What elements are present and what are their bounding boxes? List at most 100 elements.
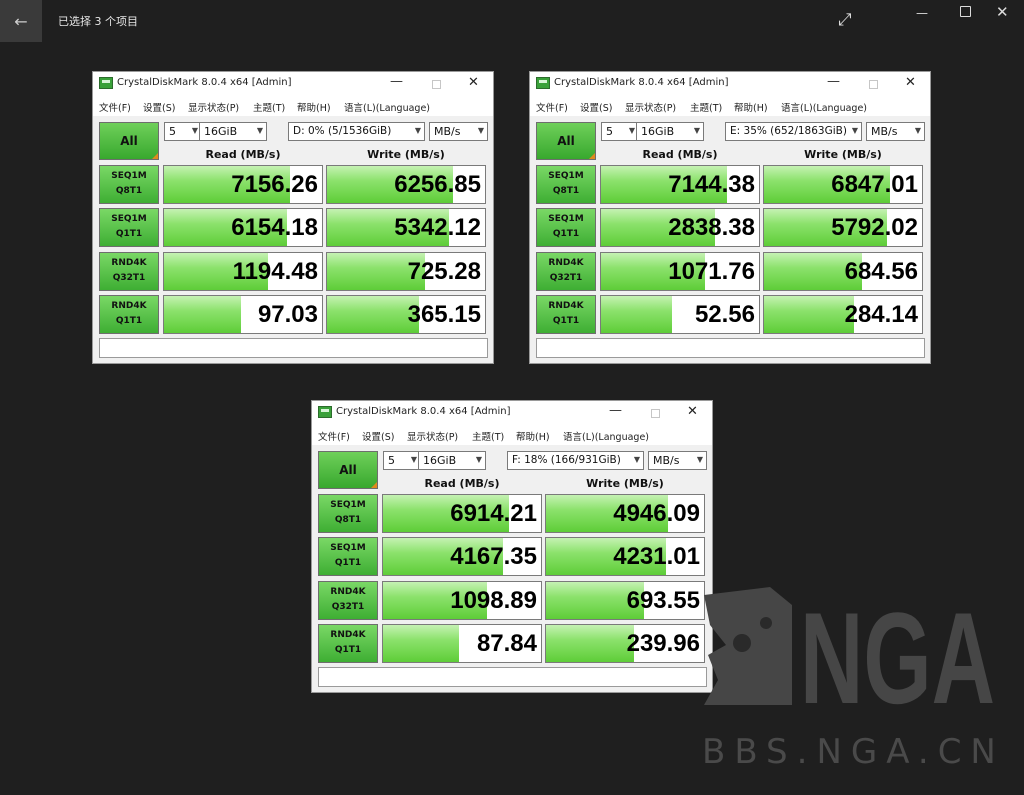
menu-help[interactable]: 帮助(H): [734, 100, 768, 114]
unit-select[interactable]: MB/s ▼: [429, 122, 488, 141]
window-minimize-icon[interactable]: —: [390, 74, 403, 89]
test-button-seq1m-q1t1[interactable]: SEQ1M Q1T1: [318, 537, 378, 576]
menu-theme[interactable]: 主题(T): [472, 429, 504, 443]
write-value: 5342.12: [394, 214, 481, 241]
cdm-window-e: CrystalDiskMark 8.0.4 x64 [Admin] — ✕ 文件…: [529, 71, 931, 364]
read-bar: [164, 296, 242, 333]
drive-select[interactable]: E: 35% (652/1863GiB) ▼: [725, 122, 862, 141]
viewer-title-bar: ← 已选择 3 个项目 ⤢ — ✕: [0, 0, 1024, 42]
test-queue: Q32T1: [549, 273, 583, 283]
test-button-rnd4k-q1t1[interactable]: RND4K Q1T1: [536, 295, 596, 334]
menu-language[interactable]: 语言(L)(Language): [344, 100, 430, 114]
maximize-icon[interactable]: [960, 6, 971, 17]
window-close-icon[interactable]: ✕: [468, 75, 479, 90]
test-button-rnd4k-q32t1[interactable]: RND4K Q32T1: [536, 252, 596, 291]
window-title-bar[interactable]: CrystalDiskMark 8.0.4 x64 [Admin] — ✕: [530, 72, 930, 96]
test-count-select[interactable]: 5 ▼: [164, 122, 202, 141]
menu-settings[interactable]: 设置(S): [580, 100, 612, 114]
menu-display[interactable]: 显示状态(P): [625, 100, 676, 114]
test-size-select[interactable]: 16GiB ▼: [418, 451, 486, 470]
menu-file[interactable]: 文件(F): [99, 100, 131, 114]
chevron-down-icon: ▼: [256, 126, 263, 135]
crystaldiskmark-app-icon: [99, 77, 113, 89]
test-button-rnd4k-q32t1[interactable]: RND4K Q32T1: [318, 581, 378, 620]
window-minimize-icon[interactable]: —: [609, 403, 622, 418]
close-icon[interactable]: ✕: [996, 3, 1009, 21]
test-size-select[interactable]: 16GiB ▼: [636, 122, 704, 141]
test-button-seq1m-q1t1[interactable]: SEQ1M Q1T1: [99, 208, 159, 247]
read-value: 52.56: [694, 301, 755, 328]
write-value: 6256.85: [394, 171, 481, 198]
write-result-seq1m-q8t1: 6847.01: [763, 165, 923, 204]
all-button[interactable]: All: [99, 122, 159, 160]
test-size-select[interactable]: 16GiB ▼: [199, 122, 267, 141]
menu-file[interactable]: 文件(F): [536, 100, 568, 114]
cdm-window-d: CrystalDiskMark 8.0.4 x64 [Admin] — ✕ 文件…: [92, 71, 494, 364]
menu-settings[interactable]: 设置(S): [143, 100, 175, 114]
menu-theme[interactable]: 主题(T): [253, 100, 285, 114]
menu-settings[interactable]: 设置(S): [362, 429, 394, 443]
all-button[interactable]: All: [318, 451, 378, 489]
menu-help[interactable]: 帮助(H): [516, 429, 550, 443]
test-queue: Q1T1: [115, 316, 143, 326]
unit-select[interactable]: MB/s ▼: [866, 122, 925, 141]
test-button-rnd4k-q32t1[interactable]: RND4K Q32T1: [99, 252, 159, 291]
read-value: 1194.48: [232, 258, 318, 285]
drive-value: D: 0% (5/1536GiB): [293, 125, 392, 137]
unit-value: MB/s: [871, 125, 898, 138]
test-button-seq1m-q8t1[interactable]: SEQ1M Q8T1: [536, 165, 596, 204]
comment-field[interactable]: [318, 667, 707, 687]
write-result-seq1m-q8t1: 6256.85: [326, 165, 486, 204]
test-button-seq1m-q1t1[interactable]: SEQ1M Q1T1: [536, 208, 596, 247]
test-button-rnd4k-q1t1[interactable]: RND4K Q1T1: [99, 295, 159, 334]
test-button-seq1m-q8t1[interactable]: SEQ1M Q8T1: [318, 494, 378, 533]
write-header: Write (MB/s): [586, 477, 664, 490]
test-size-value: 16GiB: [423, 454, 457, 467]
comment-field[interactable]: [99, 338, 488, 358]
write-value: 284.14: [844, 301, 918, 328]
read-result-seq1m-q8t1: 7144.38: [600, 165, 760, 204]
read-value: 1071.76: [668, 258, 755, 285]
all-button[interactable]: All: [536, 122, 596, 160]
window-maximize-icon[interactable]: [869, 80, 878, 89]
test-name: RND4K: [111, 301, 147, 311]
test-name: RND4K: [330, 587, 366, 597]
unit-select[interactable]: MB/s ▼: [648, 451, 707, 470]
read-result-seq1m-q1t1: 6154.18: [163, 208, 323, 247]
menu-language[interactable]: 语言(L)(Language): [563, 429, 649, 443]
menu-bar: 文件(F) 设置(S) 显示状态(P) 主题(T) 帮助(H) 语言(L)(La…: [530, 96, 930, 116]
menu-file[interactable]: 文件(F): [318, 429, 350, 443]
test-button-seq1m-q8t1[interactable]: SEQ1M Q8T1: [99, 165, 159, 204]
write-value: 693.55: [626, 587, 700, 614]
back-arrow-icon[interactable]: ←: [0, 0, 42, 42]
test-name: SEQ1M: [548, 171, 584, 181]
drive-select[interactable]: F: 18% (166/931GiB) ▼: [507, 451, 644, 470]
test-name: RND4K: [111, 258, 147, 268]
drive-select[interactable]: D: 0% (5/1536GiB) ▼: [288, 122, 425, 141]
read-result-seq1m-q1t1: 2838.38: [600, 208, 760, 247]
window-close-icon[interactable]: ✕: [905, 75, 916, 90]
test-count-select[interactable]: 5 ▼: [601, 122, 639, 141]
window-title-bar[interactable]: CrystalDiskMark 8.0.4 x64 [Admin] — ✕: [93, 72, 493, 96]
test-count-select[interactable]: 5 ▼: [383, 451, 421, 470]
drive-value: E: 35% (652/1863GiB): [730, 125, 847, 137]
menu-display[interactable]: 显示状态(P): [188, 100, 239, 114]
write-value: 725.28: [407, 258, 481, 285]
window-close-icon[interactable]: ✕: [687, 404, 698, 419]
chevron-down-icon: ▼: [191, 126, 198, 135]
window-title-bar[interactable]: CrystalDiskMark 8.0.4 x64 [Admin] — ✕: [312, 401, 712, 425]
write-bar: [764, 296, 855, 333]
window-maximize-icon[interactable]: [651, 409, 660, 418]
minimize-icon[interactable]: —: [916, 6, 928, 20]
comment-field[interactable]: [536, 338, 925, 358]
read-value: 6154.18: [231, 214, 318, 241]
test-button-rnd4k-q1t1[interactable]: RND4K Q1T1: [318, 624, 378, 663]
menu-theme[interactable]: 主题(T): [690, 100, 722, 114]
menu-display[interactable]: 显示状态(P): [407, 429, 458, 443]
menu-help[interactable]: 帮助(H): [297, 100, 331, 114]
menu-language[interactable]: 语言(L)(Language): [781, 100, 867, 114]
window-minimize-icon[interactable]: —: [827, 74, 840, 89]
test-queue: Q8T1: [115, 186, 143, 196]
window-maximize-icon[interactable]: [432, 80, 441, 89]
expand-icon[interactable]: ⤢: [838, 10, 852, 30]
